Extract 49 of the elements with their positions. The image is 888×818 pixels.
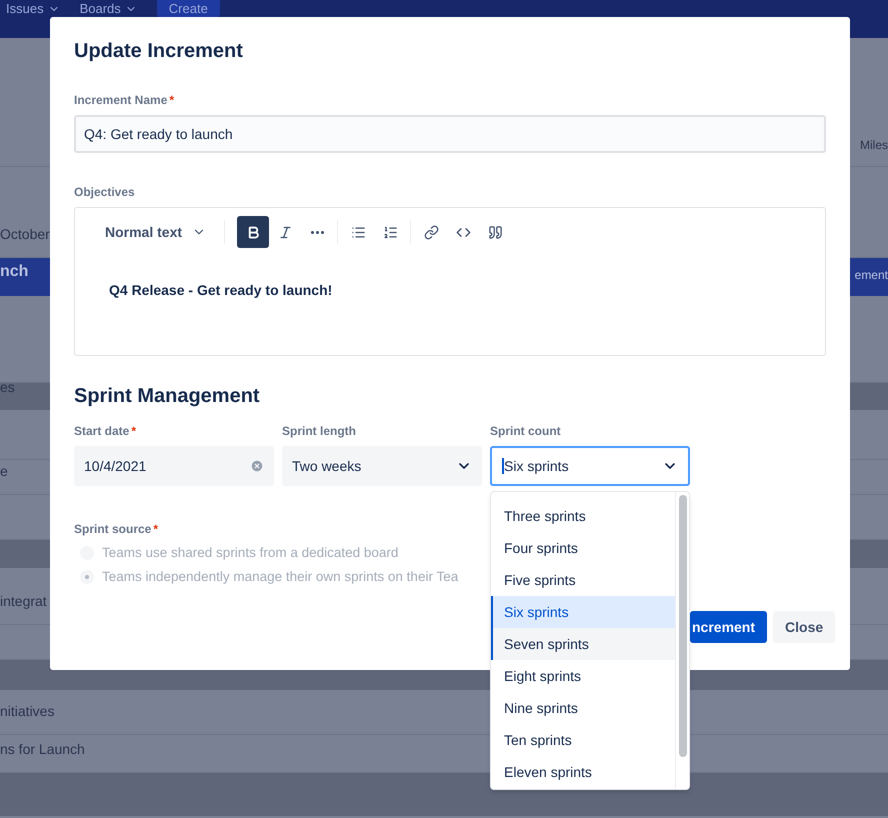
field-label: Sprint count: [490, 423, 561, 440]
close-button[interactable]: Close: [773, 611, 836, 643]
row-label: October: [0, 225, 50, 244]
required-mark: *: [153, 521, 158, 538]
section-title: Sprint Management: [74, 384, 261, 408]
dropdown-option[interactable]: Four sprints: [491, 532, 675, 564]
field-label: Sprint source: [74, 521, 152, 538]
row-label: Miles: [860, 137, 888, 154]
more-icon: [310, 230, 324, 234]
italic-icon: [278, 224, 293, 240]
numbered-list-icon: [382, 224, 398, 240]
nav-menu[interactable]: Issues: [6, 0, 60, 17]
dropdown-option[interactable]: Three sprints: [491, 500, 675, 532]
required-mark: *: [131, 423, 136, 440]
quote-icon: [488, 224, 503, 240]
toolbar-button[interactable]: [237, 216, 270, 248]
dialog-title: Update Increment: [74, 39, 244, 63]
row-label: ement: [854, 267, 888, 284]
row-label: e: [0, 462, 8, 481]
row-label: nch: [0, 262, 28, 282]
bullet-list-icon: [350, 224, 366, 240]
scrollbar[interactable]: [675, 492, 689, 789]
link-icon: [424, 224, 439, 240]
dropdown-option[interactable]: Six sprints: [491, 596, 675, 628]
radio-label: Teams use shared sprints from a dedicated board: [102, 544, 398, 562]
primary-button[interactable]: ncrement: [690, 611, 768, 643]
dropdown-option[interactable]: Ten sprints: [491, 724, 675, 756]
nav-menu[interactable]: Boards: [80, 0, 137, 17]
field-label: Sprint length: [282, 423, 356, 440]
dropdown-option[interactable]: Five sprints: [491, 564, 675, 596]
required-mark: *: [169, 92, 174, 109]
dropdown-option[interactable]: Seven sprints: [491, 628, 675, 660]
row-label: integrat: [0, 592, 47, 611]
rich-text-editor[interactable]: Normal text Q4 Release - Get ready to launch!: [74, 207, 826, 356]
radio-label: Teams independently manage their own sprints on their Tea: [102, 568, 458, 586]
increment-name-field[interactable]: Q4: Get ready to launch: [74, 115, 826, 153]
dropdown-option[interactable]: Nine sprints: [491, 692, 675, 724]
date-field[interactable]: 10/4/2021: [74, 446, 274, 486]
row-label: nitiatives: [0, 702, 54, 721]
text-style-dropdown[interactable]: Normal text: [99, 216, 212, 248]
select-field[interactable]: Two weeks: [282, 446, 482, 486]
create-button[interactable]: Create: [156, 0, 220, 17]
row-label: ns for Launch: [0, 740, 85, 759]
field-label: Objectives: [74, 184, 135, 201]
field-label: Increment Name: [74, 92, 168, 109]
field-label: Start date: [74, 423, 130, 440]
dropdown-option[interactable]: Eleven sprints: [491, 756, 675, 788]
editor-text: Q4 Release - Get ready to launch!: [108, 281, 334, 300]
select-field[interactable]: Six sprints: [490, 446, 690, 486]
